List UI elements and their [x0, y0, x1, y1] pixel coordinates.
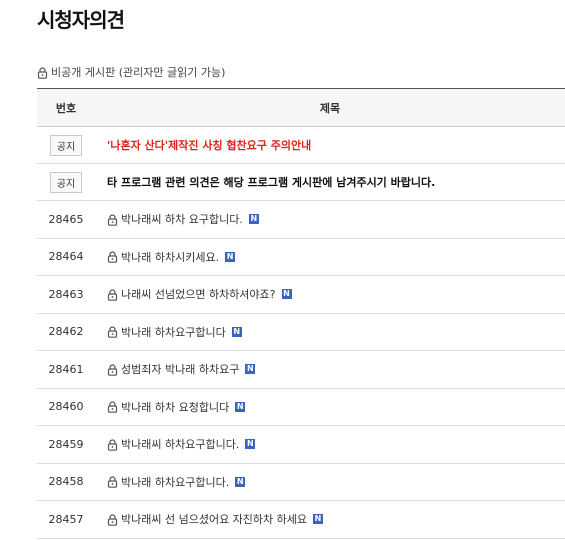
post-title-text: 성범죄자 박나래 하차요구	[121, 363, 240, 377]
notice-badge: 공지	[49, 134, 83, 156]
new-badge: N	[231, 326, 242, 337]
lock-icon	[107, 325, 118, 339]
new-badge: N	[248, 214, 259, 225]
post-title-text: 박나래 하차요구합니다.	[121, 475, 230, 489]
post-title-text: 박나래 하차 요청합니다	[121, 400, 230, 414]
lock-icon	[107, 513, 118, 526]
lock-icon	[107, 400, 118, 414]
post-table: 번호 제목 공지 '나혼자 산다'제작진 사칭 협찬요구 주의안내 공지 타 프…	[37, 88, 565, 539]
post-title-link[interactable]: 박나래씨 선 넘으셨어요 자진하차 하세요 N	[107, 511, 324, 527]
table-row: 28457 박나래씨 선 넘으셨어요 자진하차 하세요 N	[37, 500, 565, 539]
post-title-text: 박나래씨 선 넘으셨어요 자진하차 하세요	[121, 513, 308, 527]
column-header-title: 제목	[95, 88, 565, 127]
post-title-link[interactable]: 박나래 하차 요청합니다 N	[107, 399, 246, 415]
notice-title-link[interactable]: 타 프로그램 관련 의견은 해당 프로그램 게시판에 남겨주시기 바랍니다.	[107, 176, 435, 189]
notice-row: 공지 '나혼자 산다'제작진 사칭 협찬요구 주의안내	[37, 126, 565, 164]
post-title-text: 박나래씨 하차요구합니다.	[121, 438, 240, 452]
notice-row: 공지 타 프로그램 관련 의견은 해당 프로그램 게시판에 남겨주시기 바랍니다…	[37, 163, 565, 201]
new-badge: N	[235, 401, 246, 412]
post-number: 28461	[37, 350, 95, 389]
new-badge: N	[245, 439, 256, 450]
table-row: 28460 박나래 하차 요청합니다 N	[37, 388, 565, 426]
column-header-number: 번호	[37, 88, 95, 127]
post-number: 28459	[37, 425, 95, 464]
post-number: 28464	[37, 238, 95, 276]
post-title-link[interactable]: 나래씨 선넘었으면 하차하셔야죠? N	[107, 286, 292, 302]
post-title-text: 박나래 하차시키세요.	[121, 250, 220, 264]
lock-icon	[107, 363, 118, 376]
lock-icon	[107, 250, 118, 264]
post-title-text: 박나래 하차요구합니다	[121, 325, 226, 339]
board-page: 시청자의견 비공개 게시판 (관리자만 글읽기 가능) 번호 제목 공지 '나혼…	[0, 0, 565, 540]
post-title-text: 박나래씨 하차 요구합니다.	[121, 213, 243, 227]
post-number: 28463	[37, 275, 95, 314]
post-title-link[interactable]: 성범죄자 박나래 하차요구 N	[107, 361, 256, 377]
new-badge: N	[313, 514, 324, 525]
lock-icon	[107, 438, 118, 451]
lock-icon	[107, 288, 118, 301]
page-title: 시청자의견	[37, 8, 125, 32]
new-badge: N	[245, 364, 256, 375]
post-number: 28465	[37, 200, 95, 239]
table-row: 28461 성범죄자 박나래 하차요구 N	[37, 350, 565, 389]
lock-icon	[107, 213, 118, 226]
lock-icon	[107, 475, 118, 489]
notice-title-link[interactable]: '나혼자 산다'제작진 사칭 협찬요구 주의안내	[107, 139, 311, 152]
post-title-text: 나래씨 선넘었으면 하차하셔야죠?	[121, 288, 276, 302]
post-title-link[interactable]: 박나래 하차요구합니다 N	[107, 324, 242, 340]
post-number: 28458	[37, 463, 95, 501]
table-body: 공지 '나혼자 산다'제작진 사칭 협찬요구 주의안내 공지 타 프로그램 관련…	[37, 126, 565, 539]
notice-badge: 공지	[49, 171, 83, 193]
post-title-link[interactable]: 박나래 하차요구합니다. N	[107, 474, 246, 490]
post-number: 28460	[37, 388, 95, 426]
new-badge: N	[235, 476, 246, 487]
post-number: 28457	[37, 500, 95, 539]
post-number: 28462	[37, 313, 95, 351]
new-badge: N	[225, 251, 236, 262]
post-title-link[interactable]: 박나래 하차시키세요. N	[107, 249, 236, 265]
table-row: 28458 박나래 하차요구합니다. N	[37, 463, 565, 501]
table-row: 28463 나래씨 선넘었으면 하차하셔야죠? N	[37, 275, 565, 314]
lock-icon	[37, 66, 48, 79]
table-row: 28459 박나래씨 하차요구합니다. N	[37, 425, 565, 464]
post-title-link[interactable]: 박나래씨 하차 요구합니다. N	[107, 211, 259, 227]
table-row: 28464 박나래 하차시키세요. N	[37, 238, 565, 276]
post-title-link[interactable]: 박나래씨 하차요구합니다. N	[107, 436, 256, 452]
table-row: 28465 박나래씨 하차 요구합니다. N	[37, 200, 565, 239]
board-note-text: 비공개 게시판 (관리자만 글읽기 가능)	[51, 66, 226, 79]
table-header-row: 번호 제목	[37, 88, 565, 127]
board-note: 비공개 게시판 (관리자만 글읽기 가능)	[37, 64, 225, 80]
new-badge: N	[281, 289, 292, 300]
table-row: 28462 박나래 하차요구합니다 N	[37, 313, 565, 351]
